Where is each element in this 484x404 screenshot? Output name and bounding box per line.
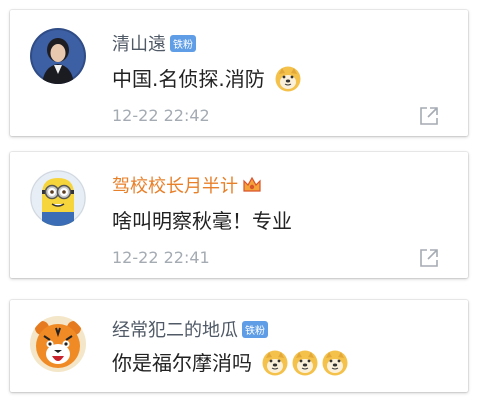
avatar[interactable] bbox=[30, 170, 86, 226]
share-icon[interactable] bbox=[418, 247, 440, 269]
doge-emoji-icon bbox=[275, 66, 301, 91]
comment-text: 你是福尔摩消吗 bbox=[112, 347, 348, 378]
tiger-icon bbox=[30, 316, 86, 372]
share-icon[interactable] bbox=[418, 105, 440, 127]
comment-text: 中国.名侦探.消防 bbox=[112, 63, 301, 94]
timestamp: 12-22 22:42 bbox=[112, 106, 210, 125]
avatar[interactable] bbox=[30, 28, 86, 84]
username[interactable]: 经常犯二的地瓜 铁粉 bbox=[112, 316, 268, 342]
doge-emoji-icon bbox=[292, 350, 318, 375]
username[interactable]: 清山遠 铁粉 bbox=[112, 30, 196, 56]
comment-card: 清山遠 铁粉 中国.名侦探.消防 12-22 22:42 bbox=[10, 10, 468, 136]
doge-emoji-icon bbox=[262, 350, 288, 375]
avatar[interactable] bbox=[30, 316, 86, 372]
minion-icon bbox=[30, 170, 86, 226]
comment-card: 驾校校长月半计 啥叫明察秋毫！专业 12-22 22:41 bbox=[10, 152, 468, 278]
doge-emoji-icon bbox=[322, 350, 348, 375]
comment-card: 经常犯二的地瓜 铁粉 你是福尔摩消吗 bbox=[10, 300, 468, 392]
crown-icon bbox=[243, 176, 261, 192]
timestamp: 12-22 22:41 bbox=[112, 248, 210, 267]
fan-badge: 铁粉 bbox=[242, 320, 268, 338]
person-portrait-icon bbox=[30, 28, 86, 84]
fan-badge: 铁粉 bbox=[170, 34, 196, 52]
comment-text: 啥叫明察秋毫！专业 bbox=[112, 209, 292, 233]
username[interactable]: 驾校校长月半计 bbox=[112, 172, 262, 198]
